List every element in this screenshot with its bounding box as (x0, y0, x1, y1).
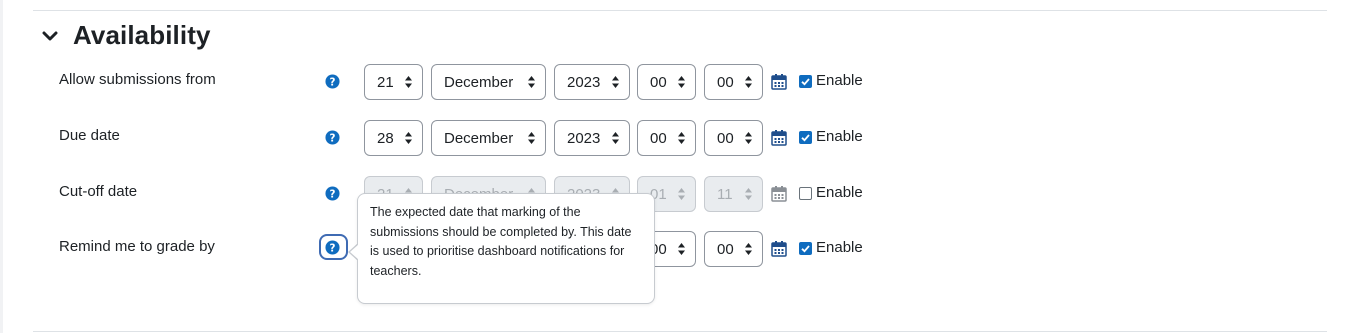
minute-select[interactable]: 00 (704, 120, 763, 156)
enable-label[interactable]: Enable (816, 239, 863, 256)
select-arrows-icon (678, 188, 685, 200)
hour-select[interactable]: 00 (637, 120, 696, 156)
field-label: Cut-off date (59, 183, 138, 200)
tooltip-arrow (350, 244, 359, 260)
minute-select[interactable]: 00 (704, 64, 763, 100)
select-arrows-icon (612, 132, 619, 144)
month-select[interactable]: December (431, 120, 546, 156)
row-remind-me-to-grade-by: Remind me to grade by ? 00 00 Enable (0, 231, 1361, 267)
select-arrows-icon (678, 76, 685, 88)
row-due-date: Due date ? 28 December 2023 00 00 Enable (0, 120, 1361, 156)
select-arrows-icon (745, 188, 752, 200)
year-select[interactable]: 2023 (554, 120, 630, 156)
day-select[interactable]: 21 (364, 64, 423, 100)
enable-label[interactable]: Enable (816, 128, 863, 145)
section-divider-bottom (33, 331, 1327, 332)
enable-checkbox[interactable] (799, 187, 812, 200)
enable-label[interactable]: Enable (816, 184, 863, 201)
select-arrows-icon (612, 76, 619, 88)
help-icon[interactable]: ? (325, 186, 340, 201)
checkmark-icon (801, 78, 810, 86)
day-select[interactable]: 28 (364, 120, 423, 156)
svg-text:?: ? (330, 132, 336, 144)
hour-select[interactable]: 00 (637, 64, 696, 100)
field-label: Remind me to grade by (59, 238, 215, 255)
svg-text:?: ? (330, 188, 336, 200)
svg-text:?: ? (330, 76, 336, 88)
section-title: Availability (73, 20, 211, 50)
enable-checkbox[interactable] (799, 75, 812, 88)
chevron-down-icon[interactable] (40, 26, 60, 46)
help-icon[interactable]: ? (325, 74, 340, 89)
select-arrows-icon (745, 243, 752, 255)
calendar-icon[interactable] (771, 185, 787, 202)
help-icon[interactable]: ? (325, 240, 340, 255)
section-header-availability[interactable]: Availability (40, 20, 211, 51)
checkmark-icon (801, 245, 810, 253)
field-label: Allow submissions from (59, 71, 216, 88)
tooltip-text: The expected date that marking of the su… (370, 205, 632, 278)
enable-checkbox[interactable] (799, 242, 812, 255)
minute-select[interactable]: 11 (704, 176, 763, 212)
select-arrows-icon (528, 132, 535, 144)
svg-text:?: ? (330, 242, 336, 254)
help-icon[interactable]: ? (325, 130, 340, 145)
row-allow-submissions-from: Allow submissions from ? 21 December 202… (0, 64, 1361, 100)
calendar-icon[interactable] (771, 129, 787, 146)
help-tooltip: The expected date that marking of the su… (357, 193, 655, 304)
select-arrows-icon (745, 132, 752, 144)
minute-select[interactable]: 00 (704, 231, 763, 267)
enable-label[interactable]: Enable (816, 72, 863, 89)
select-arrows-icon (528, 76, 535, 88)
enable-checkbox[interactable] (799, 131, 812, 144)
checkmark-icon (801, 134, 810, 142)
calendar-icon[interactable] (771, 73, 787, 90)
select-arrows-icon (678, 132, 685, 144)
select-arrows-icon (405, 76, 412, 88)
select-arrows-icon (678, 243, 685, 255)
select-arrows-icon (405, 132, 412, 144)
page-left-edge (0, 0, 3, 333)
year-select[interactable]: 2023 (554, 64, 630, 100)
row-cut-off-date: Cut-off date ? 21 December 2023 01 11 En… (0, 176, 1361, 212)
month-select[interactable]: December (431, 64, 546, 100)
calendar-icon[interactable] (771, 240, 787, 257)
section-divider-top (33, 10, 1327, 11)
field-label: Due date (59, 127, 120, 144)
select-arrows-icon (745, 76, 752, 88)
